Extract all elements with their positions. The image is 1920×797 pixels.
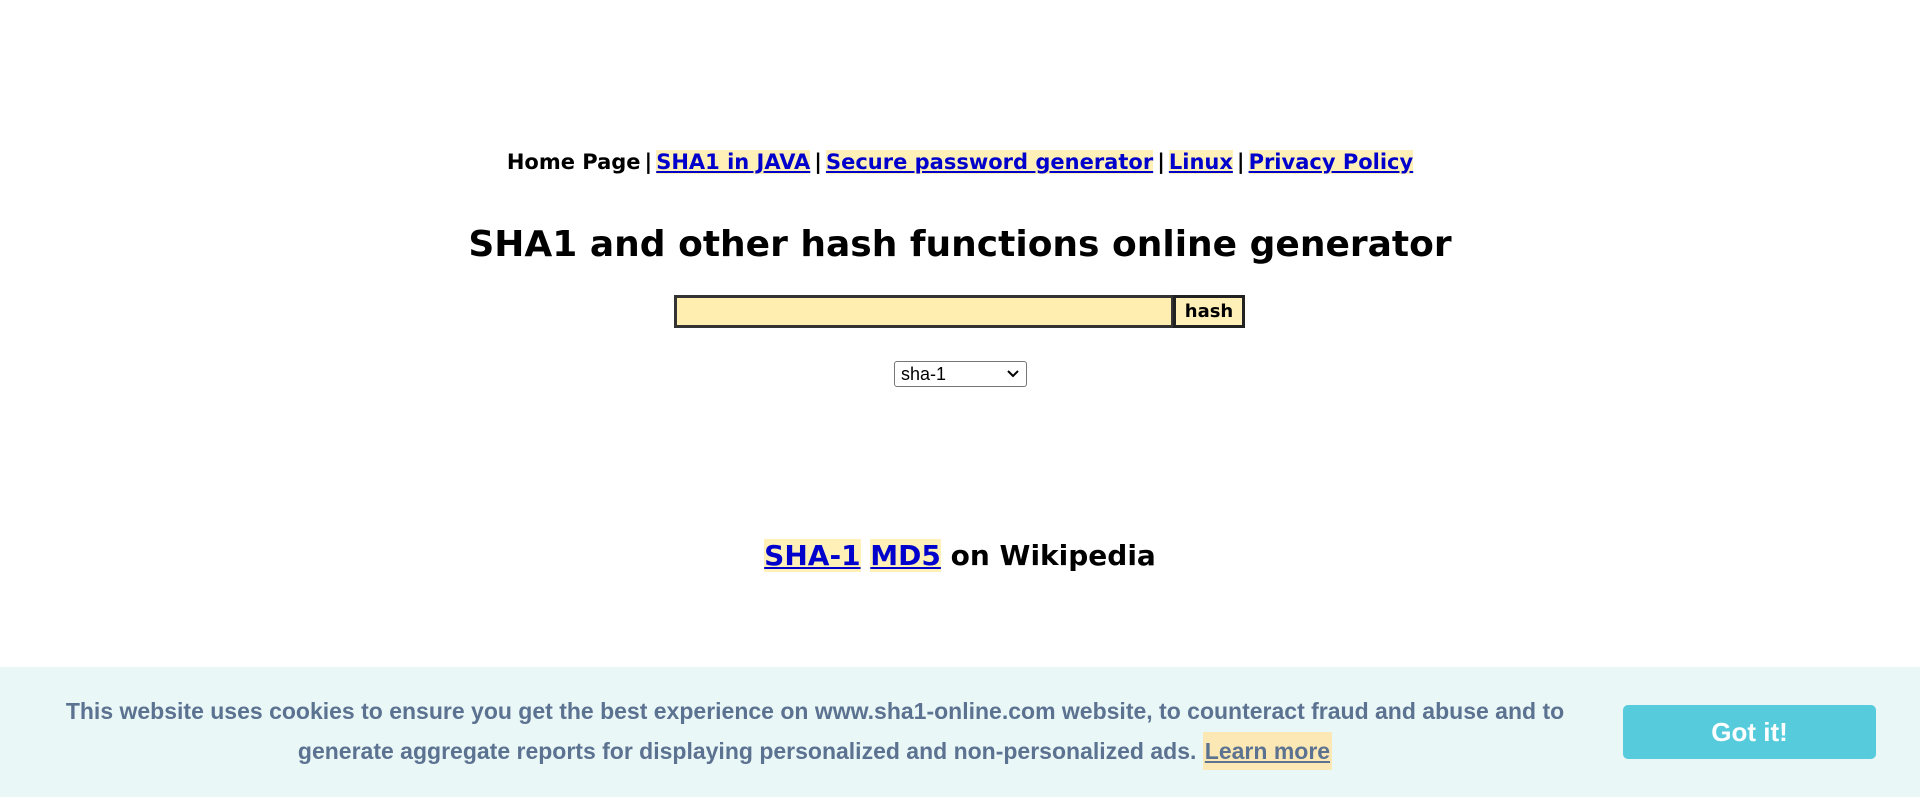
hash-button[interactable]: hash — [1173, 295, 1245, 328]
nav-separator: | — [644, 150, 653, 174]
nav-separator: | — [1157, 150, 1165, 174]
top-nav: Home Page | SHA1 in JAVA | Secure password g… — [500, 150, 1420, 175]
page-title: SHA1 and other hash functions online gen… — [468, 224, 1452, 265]
cookie-message: This website uses cookies to ensure you … — [30, 691, 1600, 771]
cookie-message-text: This website uses cookies to ensure you … — [65, 698, 1565, 764]
learn-more-link[interactable]: Learn more — [1202, 732, 1333, 770]
nav-separator: | — [814, 150, 822, 174]
nav-link-password-generator[interactable]: Secure password generator — [825, 150, 1154, 174]
hash-form: hash — [674, 295, 1245, 328]
nav-home: Home Page — [506, 150, 641, 174]
cookie-banner: This website uses cookies to ensure you … — [0, 667, 1920, 797]
wikipedia-links: SHA-1 MD5 on Wikipedia — [0, 538, 1920, 574]
wiki-link-md5[interactable]: MD5 — [870, 539, 941, 572]
chevron-down-icon — [1006, 367, 1020, 382]
nav-link-linux[interactable]: Linux — [1168, 150, 1233, 174]
nav-link-privacy-policy[interactable]: Privacy Policy — [1248, 150, 1414, 174]
algorithm-select-value: sha-1 — [901, 363, 947, 384]
cookie-accept-button[interactable]: Got it! — [1623, 705, 1876, 759]
wiki-suffix: on Wikipedia — [950, 539, 1156, 572]
wiki-link-sha1[interactable]: SHA-1 — [764, 539, 861, 572]
hash-input[interactable] — [674, 295, 1173, 328]
algorithm-select[interactable]: sha-1 — [894, 361, 1027, 387]
nav-link-sha1-java[interactable]: SHA1 in JAVA — [656, 150, 811, 174]
nav-separator: | — [1236, 150, 1245, 174]
